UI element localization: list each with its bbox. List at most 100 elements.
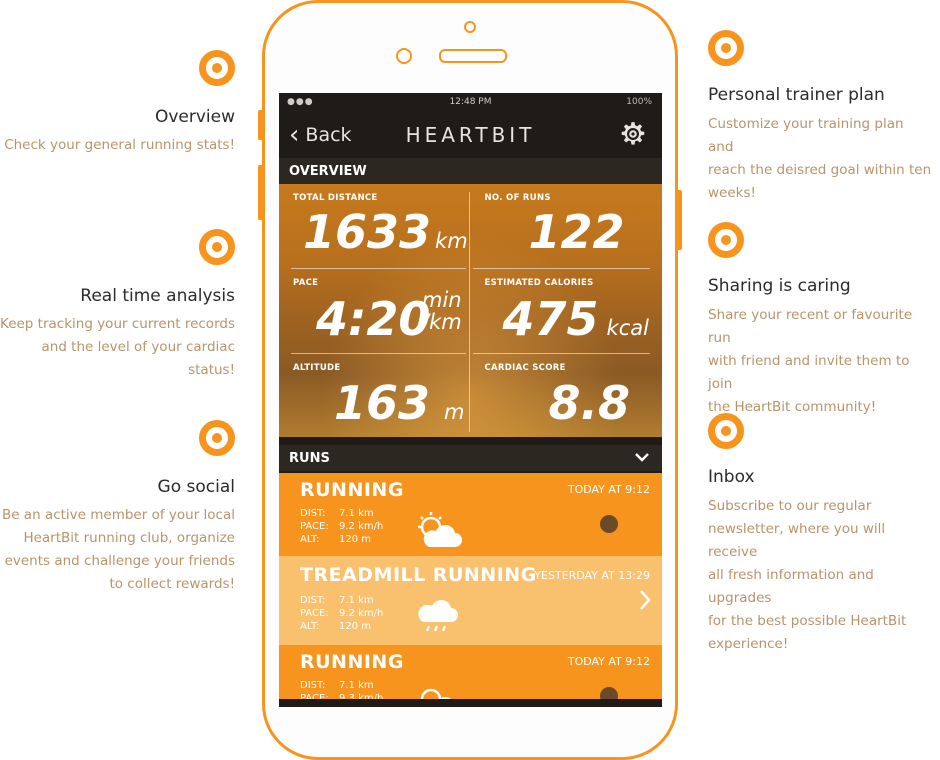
feature-title: Overview (154, 107, 235, 127)
run-name: TREADMILL RUNNING (300, 564, 537, 586)
feature-real-time-analysis: Real time analysis Keep tracking your cu… (0, 229, 235, 382)
stat-value: 4:20 (316, 292, 431, 346)
stat-key: DIST: (300, 595, 326, 606)
sensor-icon (464, 21, 476, 33)
speaker-grille (439, 49, 507, 63)
stat-value: 1633 km (303, 209, 468, 255)
back-label: Back (305, 123, 352, 146)
chevron-down-icon[interactable] (634, 449, 650, 465)
stat-key: PACE: (300, 521, 329, 532)
text-line: Subscribe to our regular (708, 498, 872, 514)
text-line: HeartBit running club, organize (23, 530, 235, 546)
stat-value: 9.2 km/h (339, 521, 384, 532)
side-button-right[interactable] (676, 190, 682, 250)
unit-top: min (422, 288, 462, 312)
unit-bottom: /km (422, 310, 462, 334)
status-bar: ●●● 12:48 PM 100% (279, 93, 662, 111)
status-dot (600, 515, 618, 533)
feature-text: Share your recent or favourite run with … (708, 304, 933, 419)
text-line: with friend and invite them to join (708, 353, 910, 392)
text-line: to collect rewards! (109, 576, 235, 592)
runs-header[interactable]: RUNS (279, 445, 662, 471)
feature-overview: Overview Check your general running stat… (0, 50, 235, 157)
value-number: 475 (502, 292, 599, 346)
runs-list: RUNNING TODAY AT 9:12 DIST: 7.1 km PACE: 9… (279, 473, 662, 707)
stat-value: 8.8 (548, 376, 631, 430)
text-line: all fresh information and upgrades (708, 567, 874, 606)
chevron-right-icon[interactable] (638, 588, 652, 612)
text-line: and the level of your cardiac status! (41, 339, 235, 378)
target-icon (708, 413, 744, 449)
chevron-left-icon: ‹ (289, 119, 300, 150)
target-icon (199, 229, 235, 265)
stat-label: ESTIMATED CALORIES (484, 278, 594, 288)
feature-title: Personal trainer plan (708, 85, 885, 105)
run-time: YESTERDAY AT 13:29 (534, 569, 650, 582)
bottom-bar (279, 699, 662, 707)
run-time: TODAY AT 9:12 (567, 483, 650, 496)
nav-bar: ‹ Back HEARTBIT (279, 111, 662, 158)
partly-cloudy-icon (418, 512, 462, 547)
stat-value: 9.2 km/h (339, 608, 384, 619)
list-item[interactable]: TREADMILL RUNNING YESTERDAY AT 13:29 DIS… (279, 556, 662, 645)
stat-value: 122 (528, 205, 625, 259)
stat-value: 7.1 km (339, 680, 374, 691)
overview-header: OVERVIEW (279, 158, 662, 184)
stat-cardiac-score: CARDIAC SCORE 8.8 (471, 354, 663, 437)
text-line: Customize your training plan and (708, 116, 904, 155)
text-line: Keep tracking your current records (0, 316, 235, 332)
side-button-left[interactable] (258, 165, 264, 220)
text-line: Be an active member of your local (1, 507, 235, 523)
app-screen: ●●● 12:48 PM 100% ‹ Back HEARTBIT OVERVI… (279, 93, 662, 707)
feature-sharing-is-caring: Sharing is caring Share your recent or f… (708, 222, 933, 419)
stat-altitude: ALTITUDE 163 m (279, 354, 471, 437)
feature-personal-trainer-plan: Personal trainer plan Customize your tra… (708, 30, 933, 205)
stat-key: DIST: (300, 680, 326, 691)
overview-label: OVERVIEW (289, 163, 367, 179)
back-button[interactable]: ‹ Back (289, 122, 352, 148)
feature-text: Check your general running stats! (4, 137, 235, 153)
feature-title: Sharing is caring (708, 276, 851, 296)
list-item[interactable]: RUNNING TODAY AT 9:12 DIST:7.1 km PACE:9… (279, 645, 662, 707)
value-number: 163 (334, 376, 431, 430)
stat-label: PACE (293, 278, 319, 288)
stat-label: ALTITUDE (293, 363, 341, 373)
feature-inbox: Inbox Subscribe to our regular newslette… (708, 413, 933, 656)
run-stats: DIST: 7.1 km PACE: 9.2 km/h ALT: 120 m (300, 594, 383, 633)
target-icon (199, 420, 235, 456)
stat-key: DIST: (300, 508, 326, 519)
run-time: TODAY AT 9:12 (567, 655, 650, 668)
run-stats: DIST: 7.1 km PACE: 9.2 km/h ALT: 120 m (300, 507, 383, 546)
feature-text: Customize your training plan and reach t… (708, 113, 933, 205)
feature-title: Inbox (708, 467, 755, 487)
stat-value: 7.1 km (339, 508, 374, 519)
target-icon (708, 30, 744, 66)
camera-icon (396, 48, 412, 64)
target-icon (199, 50, 235, 86)
stat-key: PACE: (300, 608, 329, 619)
stat-key: ALT: (300, 621, 320, 632)
signal-icon: ●●● (287, 97, 314, 107)
gear-icon[interactable] (620, 121, 646, 147)
battery-level: 100% (626, 97, 652, 107)
feature-go-social: Go social Be an active member of your lo… (0, 420, 235, 596)
value-unit: kcal (606, 316, 649, 340)
list-item[interactable]: RUNNING TODAY AT 9:12 DIST: 7.1 km PACE: 9… (279, 473, 662, 556)
text-line: newsletter, where you will receive (708, 521, 886, 560)
stat-value: 163 m (334, 380, 465, 426)
stat-value: 7.1 km (339, 595, 374, 606)
feature-text: Be an active member of your local HeartB… (0, 504, 235, 596)
stat-value: 475 kcal (503, 296, 649, 342)
text-line: for the best possible HeartBit (708, 613, 907, 629)
target-icon (708, 222, 744, 258)
side-button-left[interactable] (258, 110, 264, 140)
stat-label: TOTAL DISTANCE (293, 193, 378, 203)
text-line: events and challenge your friends (4, 553, 235, 569)
value-unit: km (435, 229, 468, 253)
feature-text: Keep tracking your current records and t… (0, 313, 235, 382)
run-name: RUNNING (300, 479, 404, 501)
value-number: 1633 (303, 205, 432, 259)
overview-panel: TOTAL DISTANCE 1633 km NO. OF RUNS 122 PA… (279, 184, 662, 437)
stat-pace: PACE 4:20 min /km (279, 269, 471, 354)
run-name: RUNNING (300, 651, 404, 673)
